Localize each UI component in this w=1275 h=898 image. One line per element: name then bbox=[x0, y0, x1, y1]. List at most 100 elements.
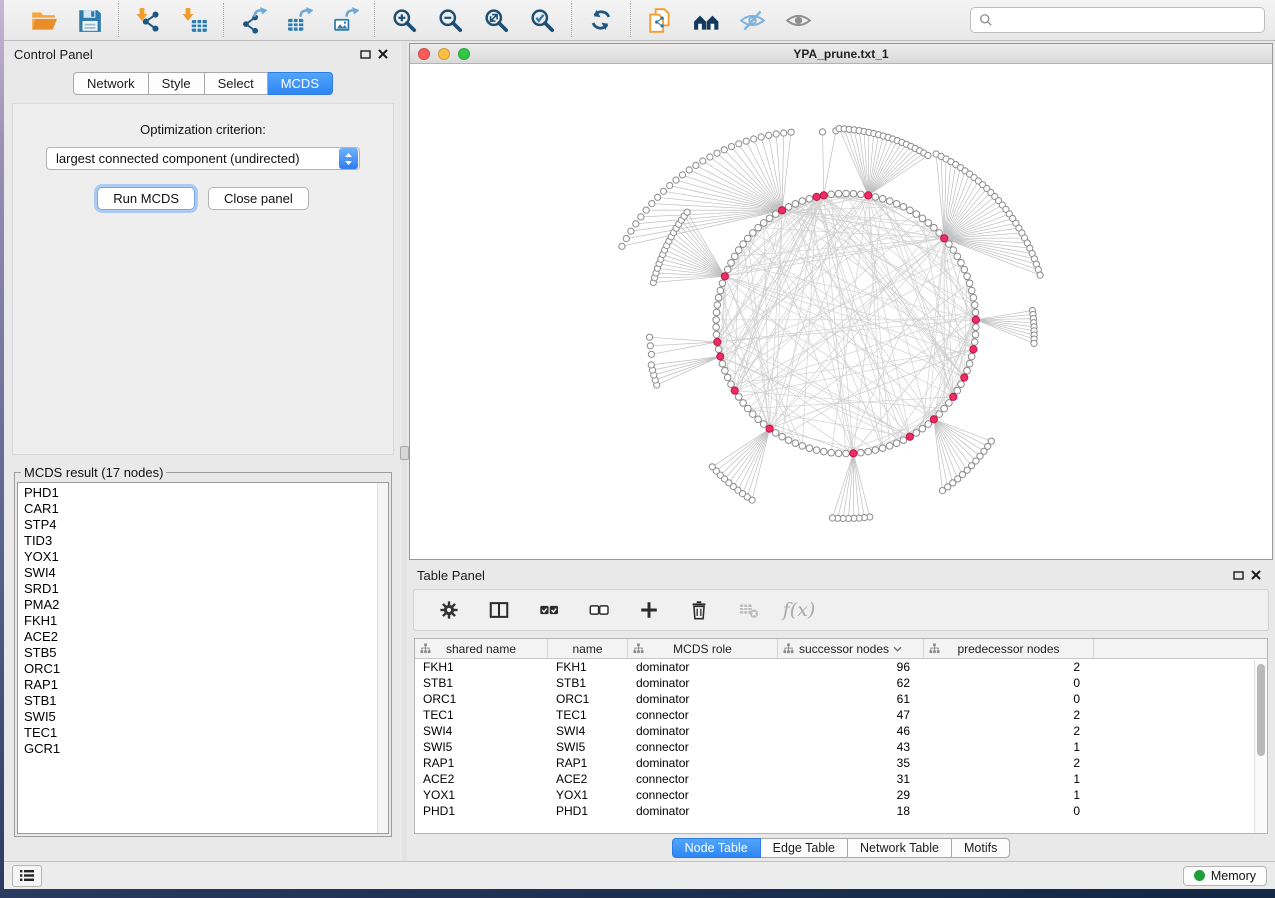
search-input[interactable] bbox=[999, 13, 1256, 28]
column-header-filler bbox=[1094, 639, 1267, 658]
column-header-predecessor-nodes[interactable]: predecessor nodes bbox=[924, 639, 1094, 658]
result-node-item[interactable]: ORC1 bbox=[24, 661, 382, 677]
optimization-criterion-select[interactable]: largest connected component (undirected) bbox=[46, 147, 360, 170]
node-table: shared namenameMCDS rolesuccessor nodesp… bbox=[414, 638, 1268, 834]
result-node-item[interactable]: YOX1 bbox=[24, 549, 382, 565]
result-node-item[interactable]: STP4 bbox=[24, 517, 382, 533]
table-body: FKH1FKH1dominator962STB1STB1dominator620… bbox=[415, 659, 1267, 819]
float-icon[interactable] bbox=[356, 47, 374, 61]
cell: 61 bbox=[778, 692, 924, 706]
run-mcds-button[interactable]: Run MCDS bbox=[97, 187, 195, 210]
result-node-item[interactable]: PMA2 bbox=[24, 597, 382, 613]
network-graph[interactable] bbox=[410, 65, 1272, 559]
table-row[interactable]: YOX1YOX1connector291 bbox=[415, 787, 1267, 803]
zoom-fit-icon[interactable] bbox=[479, 4, 513, 36]
task-history-button[interactable] bbox=[12, 865, 42, 887]
tab-select[interactable]: Select bbox=[205, 72, 268, 95]
table-row[interactable]: STB1STB1dominator620 bbox=[415, 675, 1267, 691]
table-settings-icon[interactable] bbox=[436, 597, 462, 623]
unselect-all-icon[interactable] bbox=[586, 597, 612, 623]
result-list-scrollbar[interactable] bbox=[377, 483, 388, 833]
mcds-result-list[interactable]: PHD1CAR1STP4TID3YOX1SWI4SRD1PMA2FKH1ACE2… bbox=[17, 482, 389, 834]
export-table-icon[interactable] bbox=[282, 4, 316, 36]
cell: 0 bbox=[924, 804, 1094, 818]
tab-network-table[interactable]: Network Table bbox=[848, 838, 952, 858]
hide-selected-icon[interactable] bbox=[735, 4, 769, 36]
cell: 2 bbox=[924, 724, 1094, 738]
tab-motifs[interactable]: Motifs bbox=[952, 838, 1010, 858]
cell: YOX1 bbox=[415, 788, 548, 802]
cell: YOX1 bbox=[548, 788, 628, 802]
table-row[interactable]: PHD1PHD1dominator180 bbox=[415, 803, 1267, 819]
table-scrollbar-thumb[interactable] bbox=[1257, 664, 1265, 756]
tab-node-table[interactable]: Node Table bbox=[672, 838, 761, 858]
control-panel: Control Panel NetworkStyleSelectMCDS Opt… bbox=[4, 41, 402, 861]
show-all-icon[interactable] bbox=[781, 4, 815, 36]
result-node-item[interactable]: FKH1 bbox=[24, 613, 382, 629]
cell: 1 bbox=[924, 788, 1094, 802]
table-row[interactable]: FKH1FKH1dominator962 bbox=[415, 659, 1267, 675]
table-row[interactable]: ACE2ACE2connector311 bbox=[415, 771, 1267, 787]
result-node-item[interactable]: STB5 bbox=[24, 645, 382, 661]
float-icon[interactable] bbox=[1229, 568, 1247, 582]
cell: 46 bbox=[778, 724, 924, 738]
result-node-item[interactable]: CAR1 bbox=[24, 501, 382, 517]
result-node-item[interactable]: SWI4 bbox=[24, 565, 382, 581]
refresh-icon[interactable] bbox=[584, 4, 618, 36]
export-network-icon[interactable] bbox=[236, 4, 270, 36]
cell: dominator bbox=[628, 692, 778, 706]
result-node-item[interactable]: SWI5 bbox=[24, 709, 382, 725]
table-scrollbar[interactable] bbox=[1254, 660, 1267, 833]
memory-button[interactable]: Memory bbox=[1183, 866, 1267, 886]
control-panel-tabs: NetworkStyleSelectMCDS bbox=[4, 72, 402, 95]
cell: ACE2 bbox=[548, 772, 628, 786]
tab-edge-table[interactable]: Edge Table bbox=[761, 838, 848, 858]
save-session-icon[interactable] bbox=[72, 4, 106, 36]
column-header-name[interactable]: name bbox=[548, 639, 628, 658]
clone-network-icon[interactable] bbox=[643, 4, 677, 36]
zoom-out-icon[interactable] bbox=[433, 4, 467, 36]
result-node-item[interactable]: SRD1 bbox=[24, 581, 382, 597]
close-panel-button[interactable]: Close panel bbox=[208, 187, 309, 210]
zoom-in-icon[interactable] bbox=[387, 4, 421, 36]
cell: STB1 bbox=[548, 676, 628, 690]
toggle-panel-icon[interactable] bbox=[486, 597, 512, 623]
network-canvas[interactable] bbox=[410, 65, 1272, 559]
table-row[interactable]: ORC1ORC1dominator610 bbox=[415, 691, 1267, 707]
import-table-icon[interactable] bbox=[177, 4, 211, 36]
result-node-item[interactable]: RAP1 bbox=[24, 677, 382, 693]
delete-column-icon[interactable] bbox=[686, 597, 712, 623]
zoom-selected-icon[interactable] bbox=[525, 4, 559, 36]
open-file-icon[interactable] bbox=[26, 4, 60, 36]
result-node-item[interactable]: TID3 bbox=[24, 533, 382, 549]
tab-style[interactable]: Style bbox=[149, 72, 205, 95]
close-icon[interactable] bbox=[1247, 568, 1265, 582]
first-neighbors-icon[interactable] bbox=[689, 4, 723, 36]
toolbar-buttons bbox=[14, 3, 827, 37]
export-image-icon[interactable] bbox=[328, 4, 362, 36]
cell: connector bbox=[628, 740, 778, 754]
tab-mcds[interactable]: MCDS bbox=[268, 72, 333, 95]
close-icon[interactable] bbox=[374, 47, 392, 61]
cell: 31 bbox=[778, 772, 924, 786]
search-box[interactable] bbox=[970, 7, 1265, 33]
table-row[interactable]: SWI4SWI4dominator462 bbox=[415, 723, 1267, 739]
add-column-icon[interactable] bbox=[636, 597, 662, 623]
table-row[interactable]: SWI5SWI5connector431 bbox=[415, 739, 1267, 755]
column-header-successor-nodes[interactable]: successor nodes bbox=[778, 639, 924, 658]
result-node-item[interactable]: ACE2 bbox=[24, 629, 382, 645]
table-row[interactable]: TEC1TEC1connector472 bbox=[415, 707, 1267, 723]
table-panel: Table Panel f(x) shared namenameMCDS rol… bbox=[407, 562, 1275, 861]
result-node-item[interactable]: TEC1 bbox=[24, 725, 382, 741]
result-node-item[interactable]: PHD1 bbox=[24, 485, 382, 501]
tab-network[interactable]: Network bbox=[73, 72, 149, 95]
cell: PHD1 bbox=[415, 804, 548, 818]
result-node-item[interactable]: GCR1 bbox=[24, 741, 382, 757]
cell: 0 bbox=[924, 676, 1094, 690]
result-node-item[interactable]: STB1 bbox=[24, 693, 382, 709]
import-network-icon[interactable] bbox=[131, 4, 165, 36]
table-row[interactable]: RAP1RAP1dominator352 bbox=[415, 755, 1267, 771]
column-header-shared-name[interactable]: shared name bbox=[415, 639, 548, 658]
select-all-icon[interactable] bbox=[536, 597, 562, 623]
column-header-MCDS-role[interactable]: MCDS role bbox=[628, 639, 778, 658]
